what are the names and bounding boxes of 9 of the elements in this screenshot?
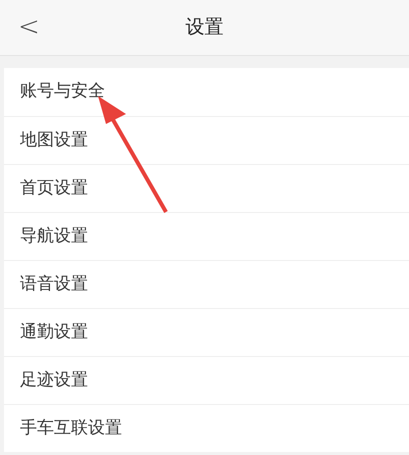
settings-item[interactable]: 手车互联设置 [4, 404, 409, 452]
settings-item[interactable]: 语音设置 [4, 260, 409, 308]
settings-item[interactable]: 足迹设置 [4, 356, 409, 404]
back-button[interactable]: < [14, 12, 44, 42]
settings-item[interactable]: 导航设置 [4, 212, 409, 260]
settings-item[interactable]: 首页设置 [4, 164, 409, 212]
page-title: 设置 [186, 15, 224, 40]
settings-item[interactable]: 账号与安全 [4, 68, 409, 116]
settings-item[interactable]: 通勤设置 [4, 308, 409, 356]
